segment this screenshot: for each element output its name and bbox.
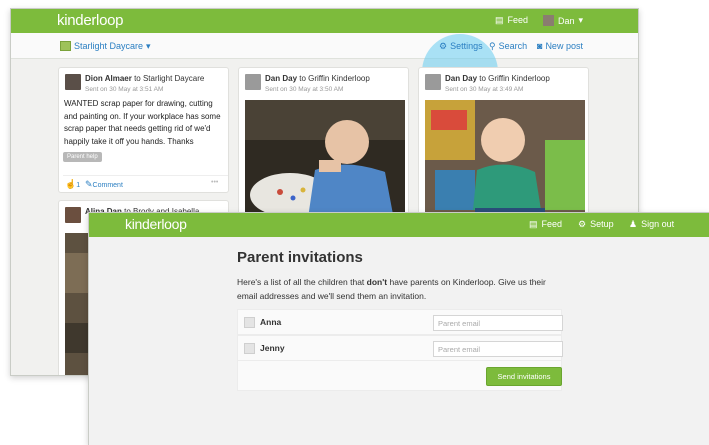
nav-setup[interactable]: ⚙ Setup [578,219,614,229]
child-row: Jenny [237,335,563,361]
post-recipient: to Griffin Kinderloop [299,74,370,83]
post-recipient: to Griffin Kinderloop [479,74,550,83]
post-author: Dion Almaer to Starlight Daycare [85,74,204,83]
post-timestamp: Sent on 30 May at 3:50 AM [265,86,344,93]
group-name: Starlight Daycare [74,41,144,51]
user-avatar [543,15,554,26]
post-author: Dan Day to Griffin Kinderloop [265,74,370,83]
settings-link[interactable]: ⚙ Settings [439,41,483,51]
child-name: Anna [260,317,282,327]
author-avatar [245,74,261,90]
comment-icon: ✎ [85,179,93,189]
post-card[interactable]: Dan Day to Griffin Kinderloop Sent on 30… [418,67,589,227]
new-post-link[interactable]: ◙ New post [537,41,583,51]
post-author: Dan Day to Griffin Kinderloop [445,74,550,83]
send-invitations-button[interactable]: Send invitations [486,367,562,386]
author-name[interactable]: Dan Day [445,74,477,83]
group-icon [60,41,71,51]
chevron-down-icon: ▾ [146,40,151,51]
post-actions: ☝1 ✎Comment ••• [63,175,228,193]
child-avatar-icon [244,343,255,354]
logo[interactable]: kinderloop [125,216,187,232]
nav-setup-label: Setup [590,219,614,229]
nav-feed-label: Feed [541,219,563,229]
invitations-topbar: kinderloop ▤ Feed ⚙ Setup ♟ Sign out [89,213,709,237]
intro-text-start: Here's a list of all the children that [237,277,367,287]
nav-sign-out-label: Sign out [641,219,675,229]
search-label: Search [498,41,528,51]
thumbs-up-icon: ☝ [65,179,77,189]
gear-icon: ⚙ [439,40,448,51]
feed-icon: ▤ [529,218,538,229]
post-tag[interactable]: Parent help [63,152,102,162]
user-name: Dan [558,15,575,26]
chevron-down-icon: ▾ [578,15,584,25]
author-avatar [65,207,81,223]
post-card[interactable]: Dan Day to Griffin Kinderloop Sent on 30… [238,67,409,227]
child-name: Jenny [260,343,285,353]
parent-email-input[interactable] [433,341,563,357]
post-photo[interactable] [425,100,585,225]
camera-icon: ◙ [537,40,543,51]
author-avatar [65,74,81,90]
post-timestamp: Sent on 30 May at 3:51 AM [85,86,164,93]
comment-label: Comment [92,182,123,189]
child-avatar-icon [244,317,255,328]
author-name[interactable]: Dion Almaer [85,74,132,83]
parent-email-input[interactable] [433,315,563,331]
feed-topbar: kinderloop ▤ Feed Dan ▾ [11,9,638,33]
author-avatar [425,74,441,90]
search-link[interactable]: ⚲ Search [489,41,527,51]
logo[interactable]: kinderloop [57,12,124,29]
post-body: WANTED scrap paper for drawing, cutting … [64,99,221,146]
comment-button[interactable]: ✎Comment [85,179,123,190]
page-intro: Here's a list of all the children that d… [237,276,562,303]
page-title: Parent invitations [237,249,363,266]
user-menu[interactable]: Dan ▾ [543,15,583,26]
user-icon: ♟ [629,218,638,229]
post-photo[interactable] [245,100,405,225]
invitations-window: kinderloop ▤ Feed ⚙ Setup ♟ Sign out Par… [88,212,709,445]
new-post-label: New post [545,41,583,51]
nav-sign-out[interactable]: ♟ Sign out [629,219,674,229]
feed-icon: ▤ [495,14,504,25]
group-selector[interactable]: Starlight Daycare ▾ [60,41,151,51]
more-menu[interactable]: ••• [211,179,218,186]
gear-icon: ⚙ [578,218,587,229]
settings-label: Settings [450,41,483,51]
like-count: 1 [76,182,81,189]
intro-emphasis: don't [366,277,388,287]
search-icon: ⚲ [489,40,496,51]
post-recipient: to Starlight Daycare [134,74,205,83]
like-button[interactable]: ☝1 [65,179,81,190]
post-timestamp: Sent on 30 May at 3:49 AM [445,86,524,93]
nav-feed-label: Feed [507,15,529,25]
nav-feed[interactable]: ▤ Feed [529,219,562,229]
nav-feed[interactable]: ▤ Feed [495,15,528,25]
child-row: Anna [237,309,563,335]
feed-subbar: Starlight Daycare ▾ ⚙ Settings ⚲ Search … [11,33,638,110]
author-name[interactable]: Dan Day [265,74,297,83]
